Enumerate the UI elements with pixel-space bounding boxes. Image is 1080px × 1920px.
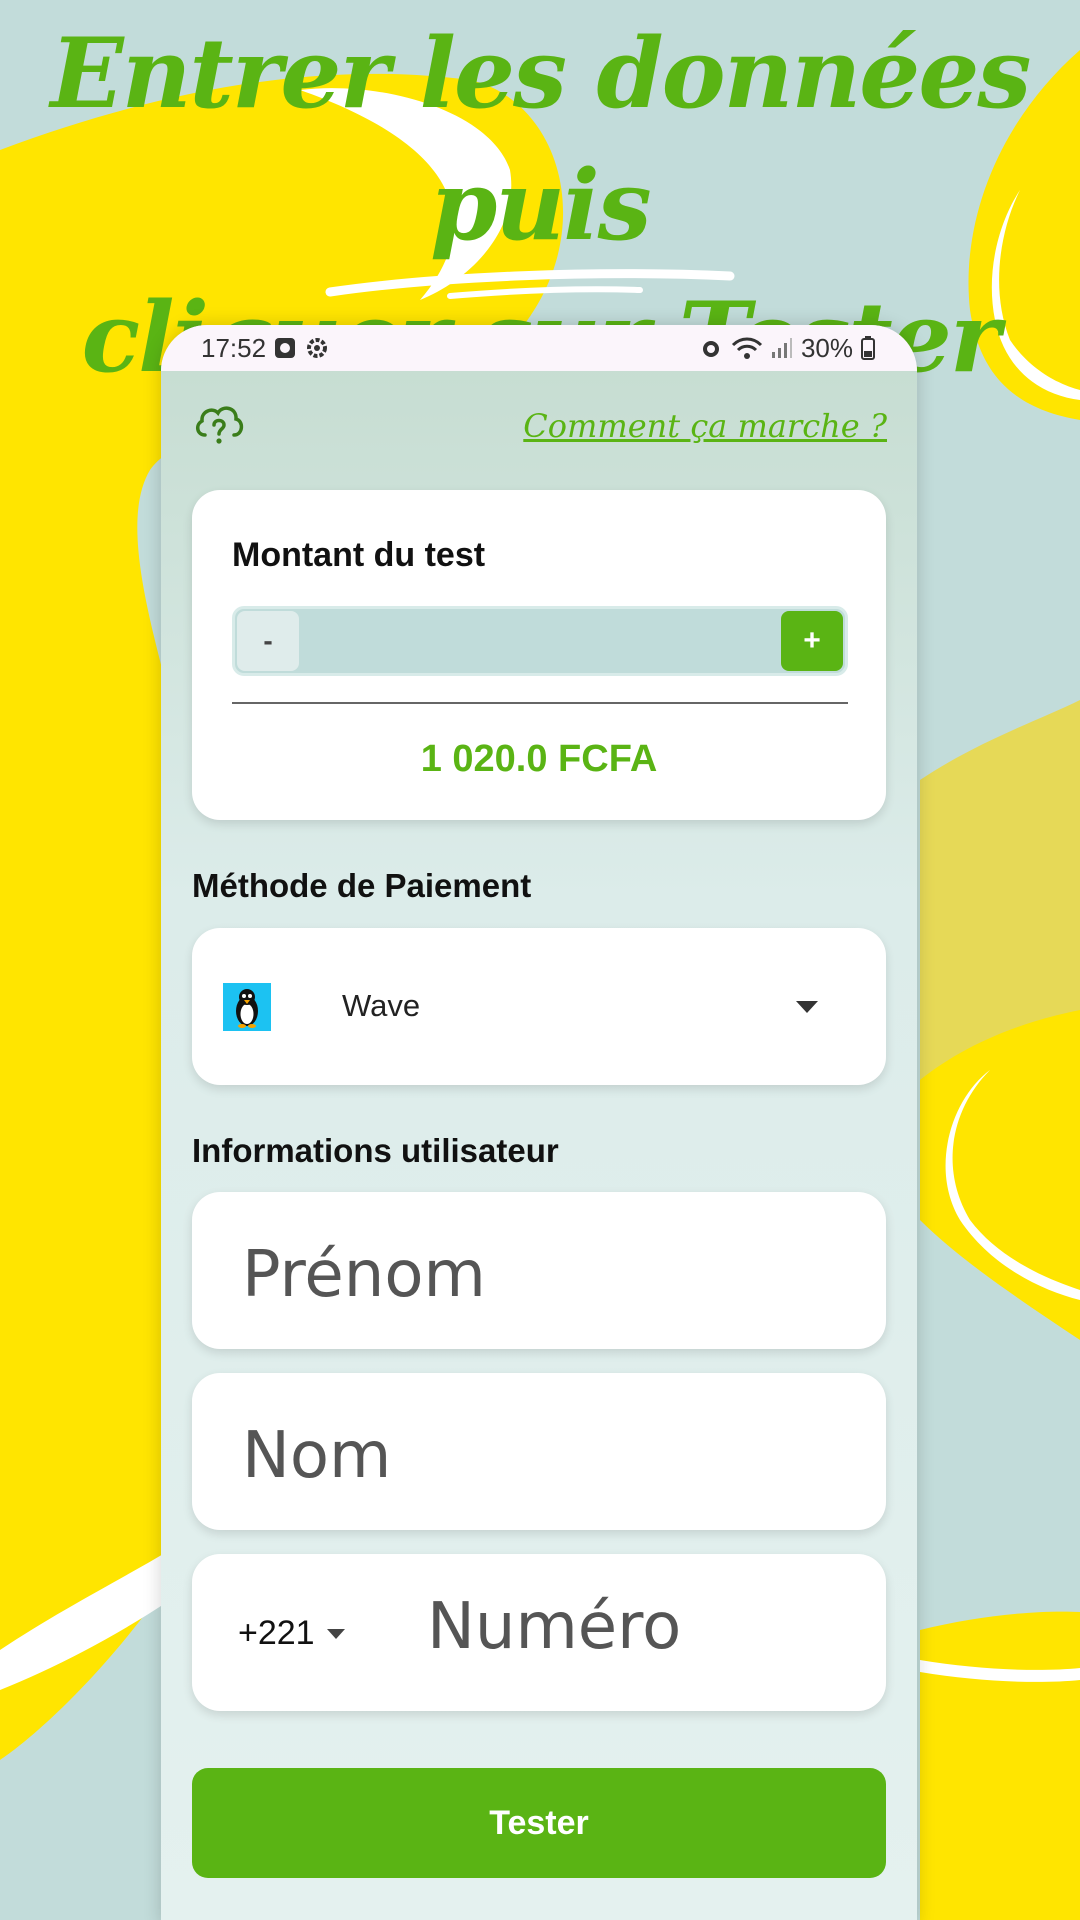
- cloud-help-icon[interactable]: [193, 399, 245, 451]
- chevron-down-icon[interactable]: [796, 1001, 818, 1013]
- country-code-value: +221: [238, 1614, 315, 1652]
- payment-method-label: Méthode de Paiement: [192, 867, 532, 904]
- media-icon: [274, 337, 296, 359]
- decrease-amount-button[interactable]: -: [237, 611, 299, 671]
- alarm-icon: [699, 336, 723, 360]
- battery-icon: [861, 336, 875, 360]
- test-amount-card: Montant du test - + 1 020.0 FCFA: [192, 490, 886, 820]
- headline: Entrer les données puis cliquer sur Test…: [0, 0, 1080, 394]
- chevron-down-icon: [326, 1628, 345, 1639]
- signal-icon: [771, 337, 793, 359]
- phone-number-card: +221: [192, 1554, 886, 1711]
- test-amount-title: Montant du test: [232, 536, 486, 574]
- firstname-card: [192, 1192, 886, 1349]
- lastname-card: [192, 1373, 886, 1530]
- phone-screen: 17:52 30% Comment ça marche ? Montant du…: [161, 325, 917, 1920]
- country-code-select[interactable]: +221: [238, 1614, 345, 1653]
- test-submit-button[interactable]: Tester: [192, 1768, 886, 1878]
- settings-gear-icon: [304, 335, 330, 361]
- increase-amount-button[interactable]: +: [781, 611, 843, 671]
- divider: [232, 702, 848, 704]
- headline-line-1: Entrer les données puis: [50, 17, 1032, 262]
- battery-percent: 30%: [800, 332, 853, 363]
- headline-underline-decoration: [325, 269, 735, 299]
- lastname-field[interactable]: [242, 1419, 842, 1493]
- phone-number-field[interactable]: [427, 1590, 857, 1664]
- amount-slider[interactable]: - +: [232, 606, 848, 676]
- penguin-logo-icon: [223, 983, 271, 1031]
- wifi-icon: [731, 336, 763, 360]
- top-bar: Comment ça marche ?: [161, 371, 917, 491]
- amount-value: 1 020.0 FCFA: [420, 738, 658, 780]
- user-info-label: Informations utilisateur: [192, 1132, 559, 1169]
- status-time: 17:52: [201, 332, 267, 363]
- how-it-works-link[interactable]: Comment ça marche ?: [523, 407, 887, 445]
- selected-payment-method: Wave: [342, 988, 421, 1023]
- payment-method-select[interactable]: Wave: [192, 928, 886, 1085]
- status-bar: 17:52 30%: [161, 325, 917, 371]
- firstname-field[interactable]: [242, 1238, 842, 1312]
